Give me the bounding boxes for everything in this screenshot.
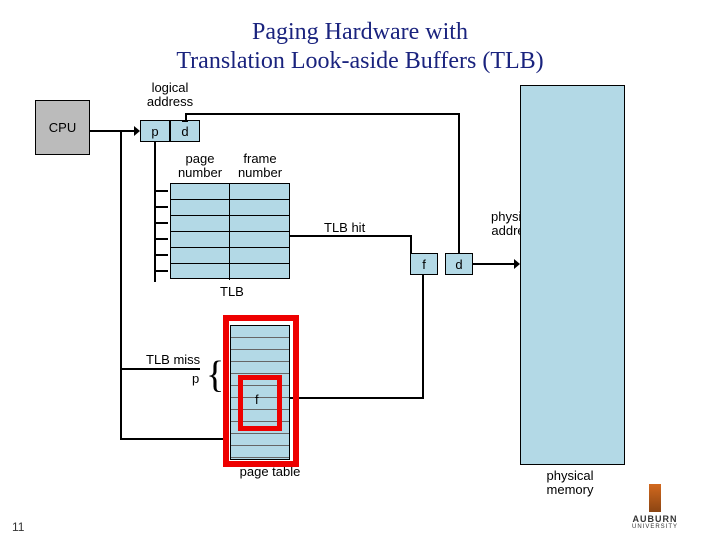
- tlb-hit-label: TLB hit: [324, 221, 365, 235]
- d-label: d: [181, 124, 188, 139]
- page-table-label: page table: [235, 465, 305, 479]
- title-line-1: Paging Hardware with: [252, 19, 468, 45]
- tlb-label: TLB: [220, 285, 244, 299]
- physical-memory-box: [520, 85, 625, 465]
- p-brace-label: p: [192, 372, 199, 386]
- highlight-inner-box: [238, 375, 282, 431]
- line-fan: [154, 270, 168, 272]
- logo-subtext: UNIVERSITY: [610, 524, 700, 530]
- slide-page-number: 11: [12, 520, 24, 534]
- arrowhead-icon: [134, 126, 140, 136]
- logical-address-label: logical address: [135, 81, 205, 110]
- line-tlb-hit: [290, 235, 410, 237]
- line-d-top: [185, 113, 460, 115]
- physical-memory-label: physical memory: [530, 469, 610, 498]
- brace-icon: {: [206, 353, 224, 397]
- tlb-table: [170, 183, 290, 279]
- tlb-row: [171, 232, 289, 248]
- line-to-memory: [473, 263, 518, 265]
- logical-p-box: p: [140, 120, 170, 142]
- line-pt-up: [422, 275, 424, 399]
- arrow-cpu-to-logical: [90, 130, 138, 132]
- line-tlb-hit-down: [410, 235, 412, 253]
- line-miss-p: [120, 368, 200, 370]
- line-d-down: [458, 113, 460, 253]
- tlb-row: [171, 216, 289, 232]
- line-fan: [154, 206, 168, 208]
- tlb-row: [171, 184, 289, 200]
- line-miss-down: [120, 130, 122, 440]
- tlb-diagram: CPU logical address p d page number fram…: [30, 75, 690, 505]
- line-p-down: [154, 142, 156, 282]
- physical-d-box: d: [445, 253, 473, 275]
- line-fan: [154, 238, 168, 240]
- tlb-row: [171, 248, 289, 264]
- p-label: p: [151, 124, 158, 139]
- tlb-row: [171, 200, 289, 216]
- cpu-label: CPU: [49, 120, 76, 135]
- line-miss-right: [120, 438, 228, 440]
- university-logo: AUBURN UNIVERSITY: [610, 484, 700, 530]
- title-line-2: Translation Look-aside Buffers (TLB): [176, 48, 543, 74]
- d-label-2: d: [455, 257, 462, 272]
- line-pt-to-f: [290, 397, 424, 399]
- f-label: f: [422, 257, 426, 272]
- frame-number-header: frame number: [230, 152, 290, 181]
- slide-title: Paging Hardware with Translation Look-as…: [0, 18, 720, 76]
- tower-icon: [649, 484, 661, 512]
- line-fan: [154, 222, 168, 224]
- line-fan: [154, 254, 168, 256]
- physical-f-box: f: [410, 253, 438, 275]
- tlb-row: [171, 264, 289, 280]
- tlb-miss-label: TLB miss: [146, 353, 200, 367]
- line-fan: [154, 190, 168, 192]
- logical-d-box: d: [170, 120, 200, 142]
- page-number-header: page number: [170, 152, 230, 181]
- cpu-box: CPU: [35, 100, 90, 155]
- logo-text: AUBURN: [610, 514, 700, 524]
